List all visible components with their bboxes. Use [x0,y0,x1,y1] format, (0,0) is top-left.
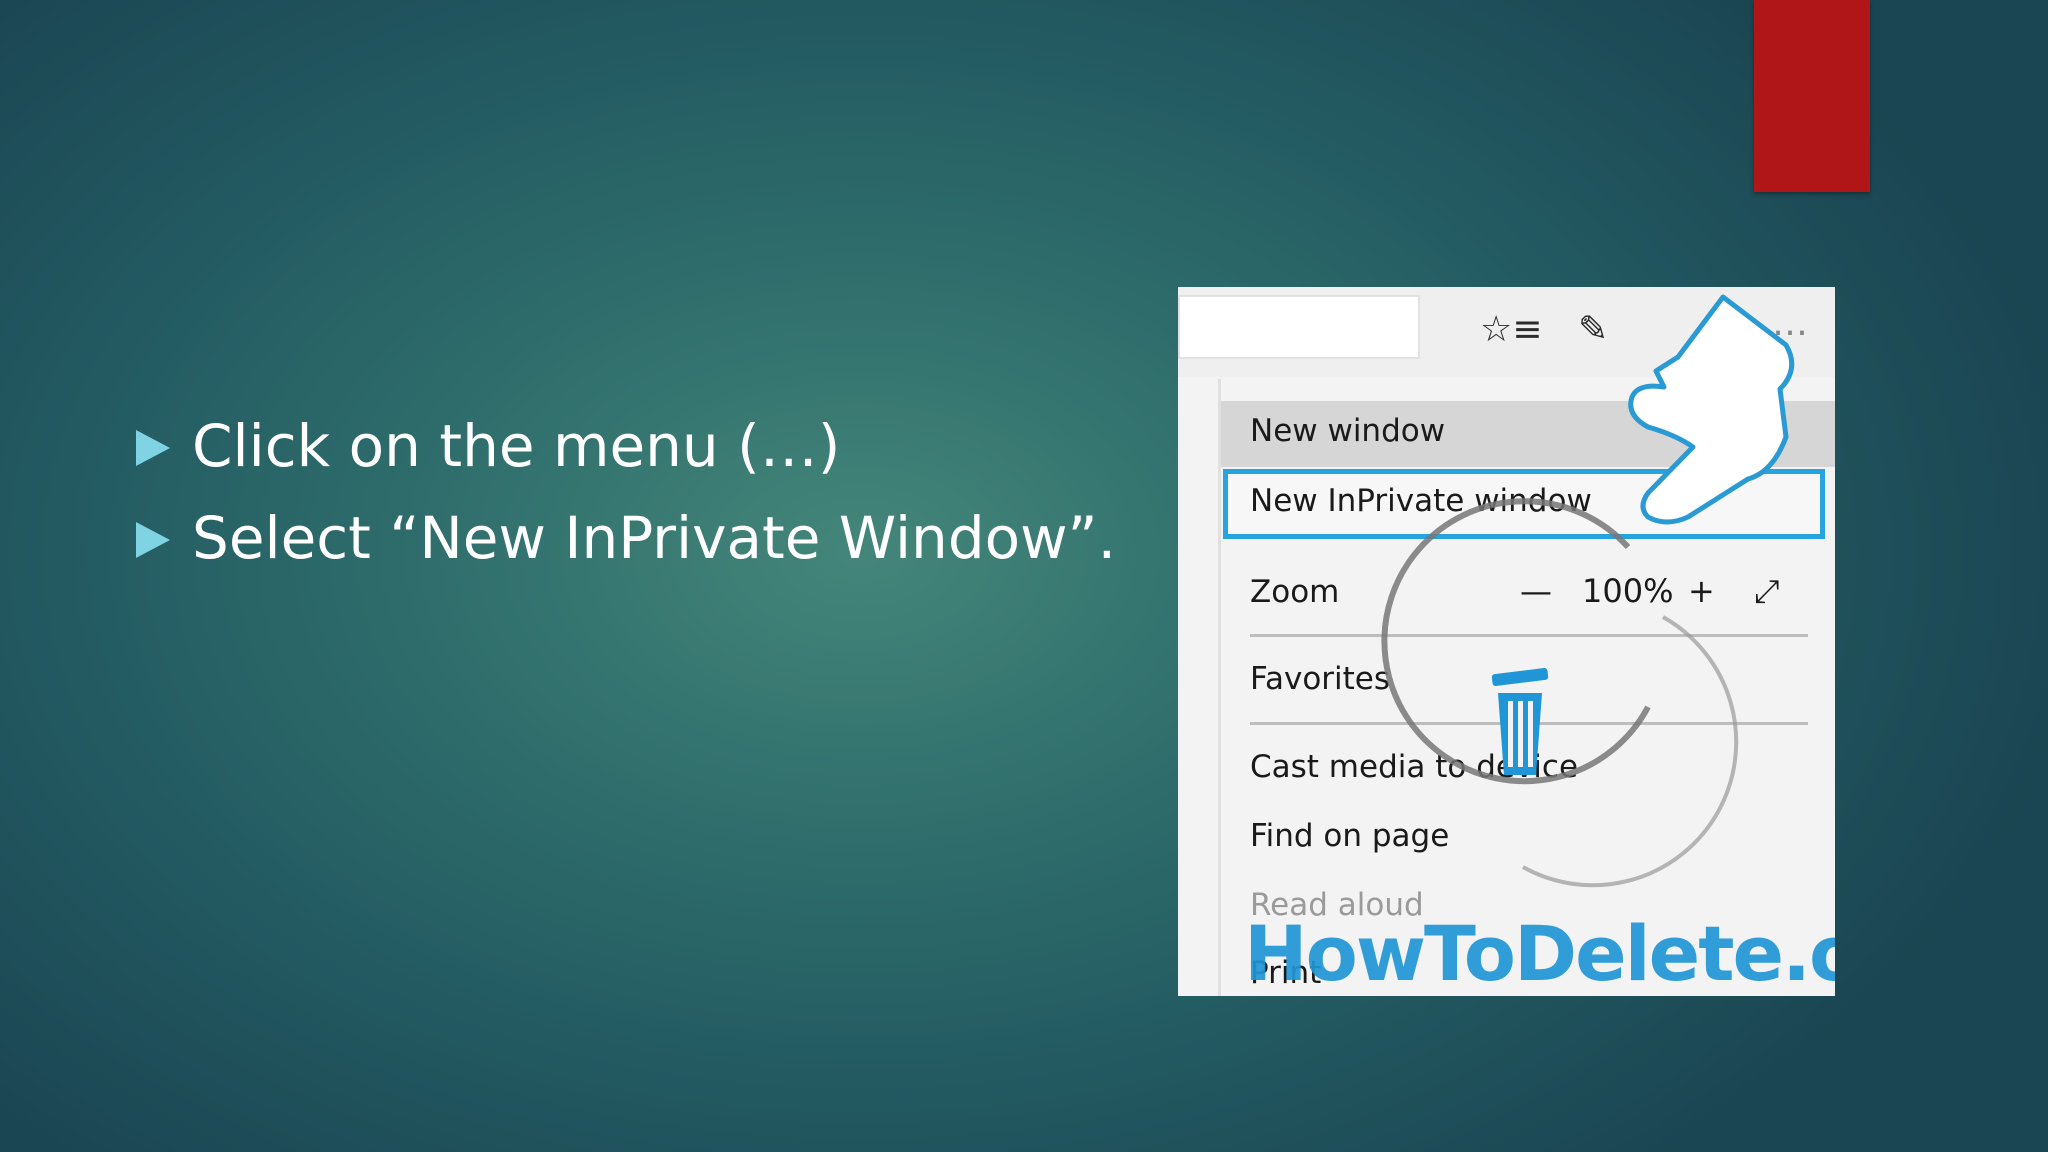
circle-logo [1381,498,1739,888]
pointing-hand-icon [1628,294,1795,525]
watermark-text: HowToDelete.org [1244,909,1835,996]
browser-menu-screenshot: ☆≡ ✎ … New window New InPrivate window Z… [1178,287,1835,996]
bullet-arrow-icon [136,430,170,466]
watermark-logo-overlay [1381,294,1795,888]
bullet-text: Select “New InPrivate Window”. [192,504,1117,572]
red-accent-bar [1754,0,1870,192]
trash-icon [1491,667,1549,775]
bullet-item-click-menu: Click on the menu (…) [136,400,1116,492]
bullet-list: Click on the menu (…) Select “New InPriv… [136,400,1116,584]
bullet-arrow-icon [136,522,170,558]
bullet-item-select-inprivate: Select “New InPrivate Window”. [136,492,1116,584]
bullet-text: Click on the menu (…) [192,412,841,480]
